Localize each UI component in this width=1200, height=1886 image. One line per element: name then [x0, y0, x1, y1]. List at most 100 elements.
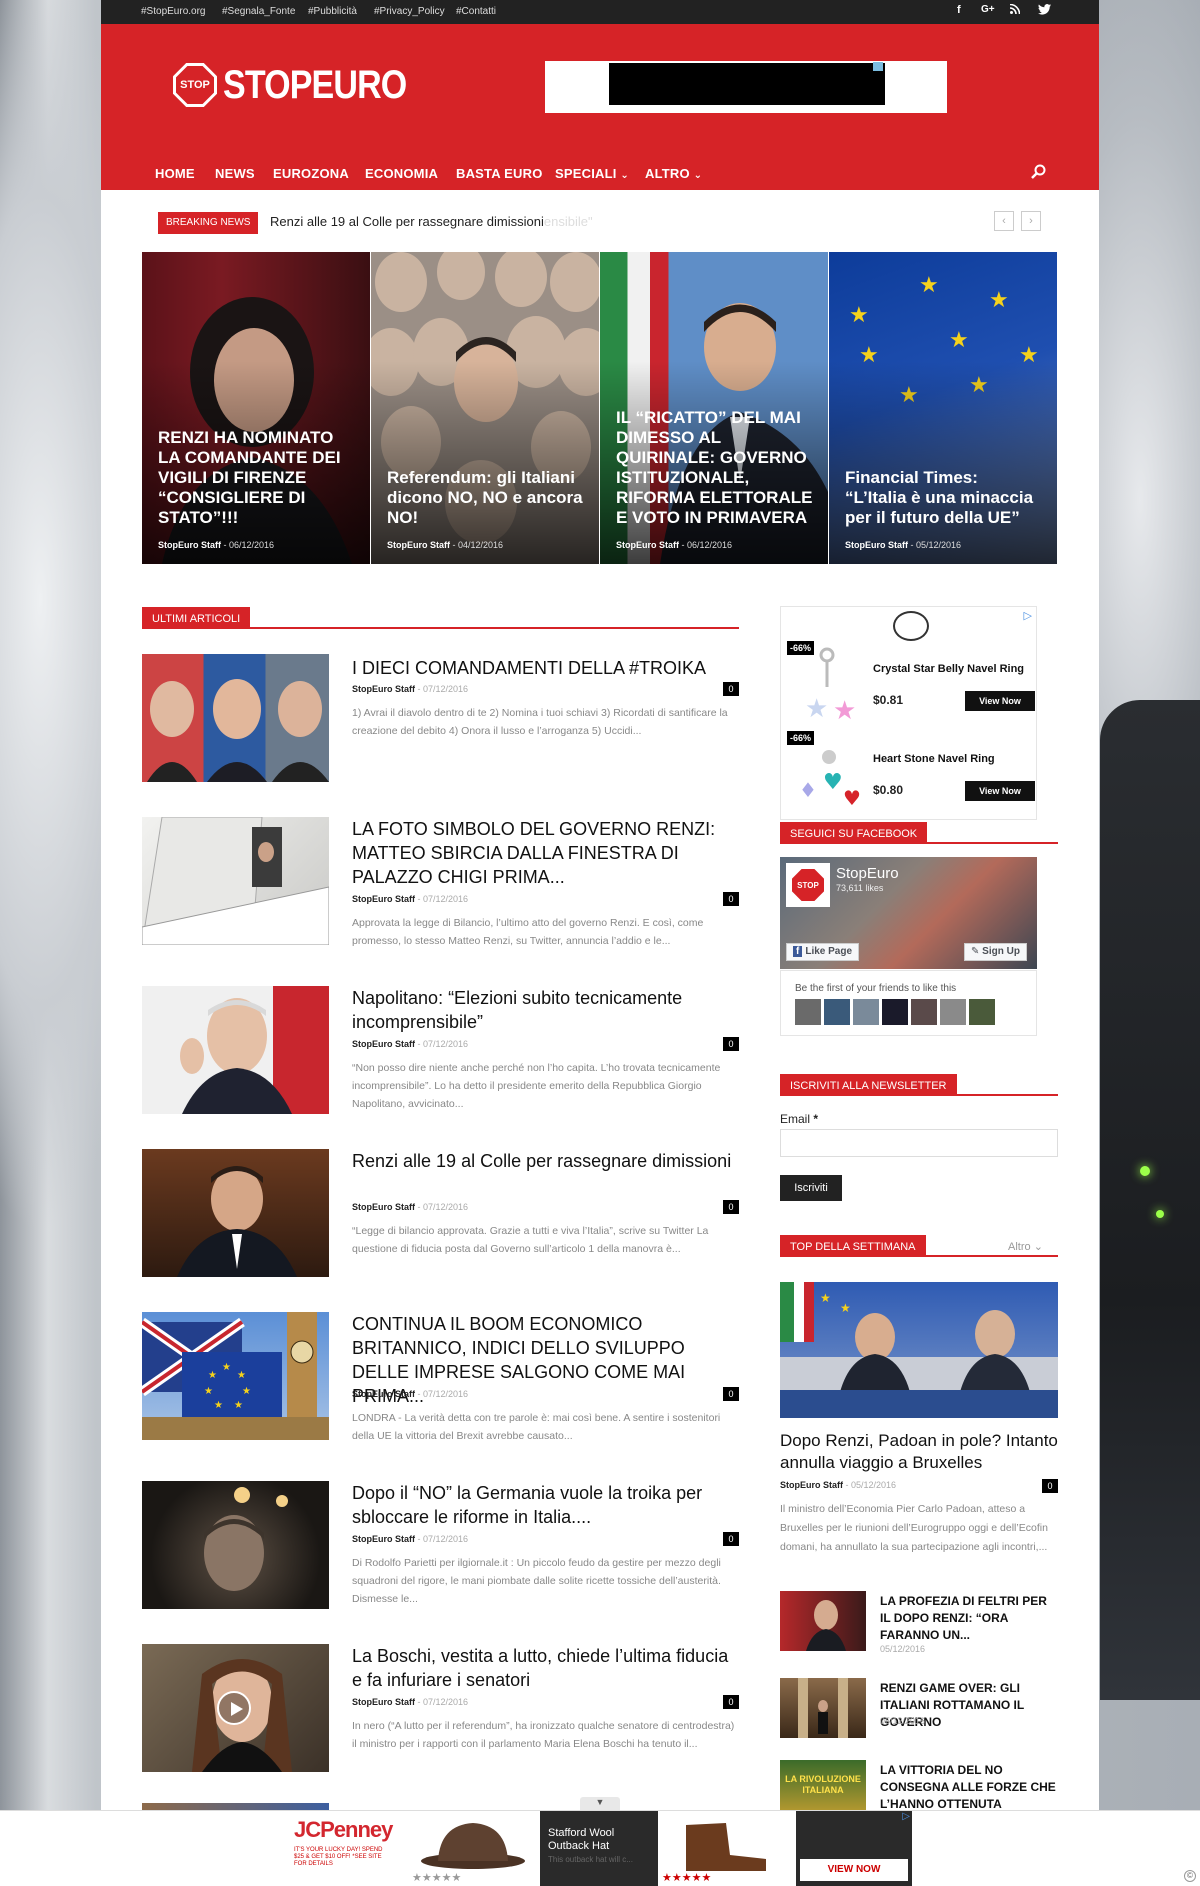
article-thumbnail[interactable] — [142, 986, 329, 1114]
topbar-link[interactable]: #Privacy_Policy — [374, 6, 445, 17]
scroll-down-icon[interactable]: ▼ — [580, 1797, 620, 1810]
ad-product-name[interactable]: Stafford Wool Outback Hat — [548, 1827, 658, 1853]
friend-avatar[interactable] — [853, 999, 879, 1025]
topbar-link[interactable]: #Contatti — [456, 6, 496, 17]
nav-item-altro[interactable]: ALTRO ⌄ — [645, 166, 702, 181]
hero-card[interactable]: ★★★★★★★★ Financial Times: “L’Italia è un… — [829, 252, 1057, 564]
topbar-link[interactable]: #Pubblicità — [308, 6, 357, 17]
ad-product[interactable]: -66% ♦ ♥ ♥ Heart Stone Navel Ring $0.80 Vi… — [787, 731, 1035, 817]
nav-item-eurozona[interactable]: EUROZONA — [273, 166, 349, 181]
top-week-thumbnail[interactable] — [780, 1678, 866, 1738]
article-row[interactable]: Napolitano: “Elezioni subito tecnicament… — [142, 986, 739, 1116]
bottom-ad-banner[interactable]: JCPenney IT'S YOUR LUCKY DAY! SPEND $25 … — [0, 1810, 1200, 1886]
top-week-main-image[interactable]: ★★★ — [780, 1282, 1058, 1418]
facebook-page-avatar[interactable]: STOP — [786, 863, 830, 907]
facebook-page-name[interactable]: StopEuro — [836, 865, 899, 882]
comment-count[interactable]: 0 — [723, 1200, 739, 1214]
topbar-link[interactable]: #Segnala_Fonte — [222, 6, 295, 17]
article-thumbnail[interactable] — [142, 1644, 329, 1772]
header-ad-banner[interactable] — [545, 61, 947, 113]
hero-card[interactable]: Referendum: gli Italiani dicono NO, NO e… — [371, 252, 599, 564]
hero-title[interactable]: RENZI HA NOMINATO LA COMANDANTE DEI VIGI… — [158, 428, 356, 528]
email-field[interactable] — [780, 1129, 1058, 1157]
article-row[interactable]: LA FOTO SIMBOLO DEL GOVERNO RENZI: MATTE… — [142, 817, 739, 947]
article-row[interactable]: Renzi alle 19 al Colle per rassegnare di… — [142, 1149, 739, 1279]
article-thumbnail[interactable] — [142, 1481, 329, 1609]
subscribe-button[interactable]: Iscriviti — [780, 1175, 842, 1201]
comment-count[interactable]: 0 — [723, 1387, 739, 1401]
nav-item-basta-euro[interactable]: BASTA EURO — [456, 166, 543, 181]
search-icon[interactable] — [1031, 164, 1047, 185]
article-thumbnail[interactable] — [142, 1149, 329, 1277]
article-title[interactable]: La Boschi, vestita a lutto, chiede l’ult… — [352, 1644, 739, 1692]
article-row[interactable]: La Boschi, vestita a lutto, chiede l’ult… — [142, 1644, 739, 1774]
article-row[interactable]: Dopo il “NO” la Germania vuole la troika… — [142, 1481, 739, 1611]
article-title[interactable]: LA FOTO SIMBOLO DEL GOVERNO RENZI: MATTE… — [352, 817, 739, 889]
google-plus-icon[interactable]: G+ — [981, 4, 995, 15]
view-now-button[interactable]: View Now — [965, 691, 1035, 711]
ad-info-icon[interactable]: © — [1184, 1870, 1196, 1882]
friend-avatar[interactable] — [824, 999, 850, 1025]
hero-title[interactable]: IL “RICATTO” DEL MAI DIMESSO AL QUIRINAL… — [616, 408, 814, 528]
ad-product[interactable]: -66% ★ ★ Crystal Star Belly Navel Ring $0… — [787, 641, 1035, 727]
nav-item-news[interactable]: NEWS — [215, 166, 255, 181]
friend-avatar[interactable] — [882, 999, 908, 1025]
article-thumbnail[interactable] — [142, 817, 329, 945]
comment-count[interactable]: 0 — [723, 682, 739, 696]
hero-title[interactable]: Referendum: gli Italiani dicono NO, NO e… — [387, 468, 585, 528]
ad-product-name[interactable]: Heart Stone Navel Ring — [873, 753, 995, 765]
ad-choices-icon[interactable]: ▷ — [902, 1811, 910, 1822]
top-week-title[interactable]: LA VITTORIA DEL NO CONSEGNA ALLE FORZE C… — [880, 1762, 1058, 1810]
nav-item-speciali[interactable]: SPECIALI ⌄ — [555, 166, 629, 181]
facebook-icon[interactable]: f — [957, 4, 961, 16]
ad-brand-logo[interactable]: JCPenney — [294, 1817, 393, 1843]
comment-count[interactable]: 0 — [723, 1532, 739, 1546]
comment-count[interactable]: 0 — [723, 1695, 739, 1709]
ad-choices-icon[interactable]: ▷ — [1024, 609, 1032, 622]
top-week-item[interactable]: LA PROFEZIA DI FELTRI PER IL DOPO RENZI:… — [780, 1591, 1058, 1655]
nav-item-economia[interactable]: ECONOMIA — [365, 166, 438, 181]
article-title[interactable]: Napolitano: “Elezioni subito tecnicament… — [352, 986, 739, 1034]
article-title[interactable]: Renzi alle 19 al Colle per rassegnare di… — [352, 1149, 739, 1173]
top-week-filter-dropdown[interactable]: Altro ⌄ — [1008, 1240, 1043, 1253]
friend-avatar[interactable] — [940, 999, 966, 1025]
article-title[interactable]: I DIECI COMANDAMENTI DELLA #TROIKA — [352, 656, 739, 680]
top-week-thumbnail[interactable] — [780, 1591, 866, 1651]
twitter-icon[interactable] — [1038, 4, 1051, 18]
friend-avatar[interactable] — [969, 999, 995, 1025]
rss-icon[interactable] — [1009, 3, 1021, 17]
ticker-prev-button[interactable]: ‹ — [994, 211, 1014, 231]
facebook-signup-button[interactable]: ✎ Sign Up — [964, 943, 1027, 961]
hero-card[interactable]: RENZI HA NOMINATO LA COMANDANTE DEI VIGI… — [142, 252, 370, 564]
top-week-item[interactable]: LA RIVOLUZIONE ITALIANA LA VITTORIA DEL … — [780, 1760, 1058, 1810]
hero-title[interactable]: Financial Times: “L’Italia è una minacci… — [845, 468, 1043, 528]
friend-avatar[interactable] — [911, 999, 937, 1025]
play-video-icon[interactable] — [217, 1691, 251, 1725]
ad-product-name[interactable]: Crystal Star Belly Navel Ring — [873, 663, 1024, 675]
breaking-news-ticker[interactable]: Renzi alle 19 al Colle per rassegnare di… — [270, 214, 593, 229]
nav-item-home[interactable]: HOME — [155, 166, 195, 195]
hero-card[interactable]: IL “RICATTO” DEL MAI DIMESSO AL QUIRINAL… — [600, 252, 828, 564]
top-week-thumbnail[interactable]: LA RIVOLUZIONE ITALIANA — [780, 1760, 866, 1810]
ticker-next-button[interactable]: › — [1021, 211, 1041, 231]
view-now-button[interactable]: View Now — [965, 781, 1035, 801]
sidebar-ad[interactable]: ▷ -66% ★ ★ Crystal Star Belly Navel Ring … — [780, 606, 1037, 820]
comment-count[interactable]: 0 — [723, 892, 739, 906]
view-now-button[interactable]: VIEW NOW — [800, 1859, 908, 1881]
top-week-title[interactable]: LA PROFEZIA DI FELTRI PER IL DOPO RENZI:… — [880, 1593, 1058, 1644]
article-row[interactable]: I DIECI COMANDAMENTI DELLA #TROIKA StopE… — [142, 654, 739, 784]
site-logo[interactable]: STOP STOPEURO — [173, 62, 439, 108]
article-thumbnail[interactable] — [142, 654, 329, 782]
comment-count[interactable]: 0 — [1042, 1479, 1058, 1493]
article-title[interactable]: Dopo il “NO” la Germania vuole la troika… — [352, 1481, 739, 1529]
topbar-link[interactable]: #StopEuro.org — [141, 6, 206, 17]
ad-choices-icon[interactable] — [873, 62, 883, 71]
comment-count[interactable]: 0 — [723, 1037, 739, 1051]
top-week-main-title[interactable]: Dopo Renzi, Padoan in pole? Intanto annu… — [780, 1430, 1058, 1474]
facebook-like-button[interactable]: f Like Page — [786, 943, 860, 961]
article-row[interactable]: ★ ★ ★ ★ ★ ★ ★ CONTINUA IL BOOM ECONOMICO BRITA… — [142, 1312, 739, 1442]
friend-avatar[interactable] — [795, 999, 821, 1025]
article-thumbnail[interactable]: ★ ★ ★ ★ ★ ★ ★ — [142, 1312, 329, 1440]
top-week-item[interactable]: RENZI GAME OVER: GLI ITALIANI ROTTAMANO … — [780, 1678, 1058, 1742]
facebook-page-widget[interactable]: STOP StopEuro 73,611 likes f Like Page ✎ … — [780, 857, 1037, 969]
